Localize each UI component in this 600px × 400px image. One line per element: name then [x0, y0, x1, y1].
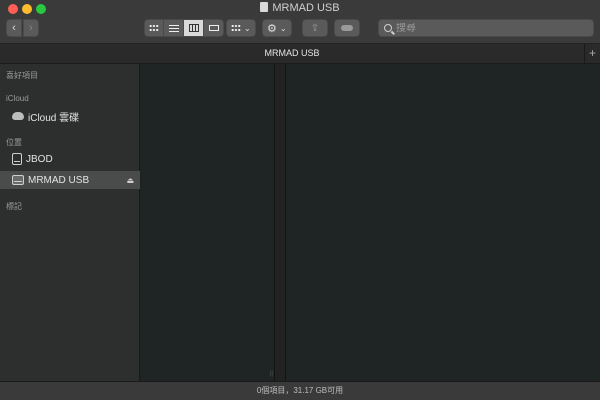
external-drive-icon [12, 175, 24, 185]
view-mode-switcher [144, 19, 224, 37]
list-view-button[interactable] [164, 19, 184, 37]
grid-icon [149, 24, 159, 32]
cloud-icon [12, 112, 24, 120]
gear-icon: ⚙ [267, 22, 277, 35]
eject-icon[interactable]: ⏏ [126, 176, 134, 185]
column-divider[interactable] [276, 64, 286, 381]
action-dropdown[interactable]: ⚙ ⌄ [262, 19, 292, 37]
window-title-text: MRMAD USB [272, 2, 340, 14]
search-input[interactable] [396, 22, 576, 34]
sidebar: 喜好項目 iCloud iCloud 雲碟 位置 JBOD MRMAD USB … [0, 64, 140, 381]
columns-icon [188, 24, 199, 32]
toolbar: MRMAD USB ‹ › ⌄ ⚙ ⌄ ⇪ [0, 0, 600, 44]
chevron-right-icon: › [29, 22, 33, 34]
forward-button[interactable]: › [23, 19, 39, 37]
group-grid-icon [231, 24, 241, 32]
window-title: MRMAD USB [0, 2, 600, 14]
gallery-icon [208, 25, 219, 31]
sidebar-item-label: MRMAD USB [28, 174, 90, 186]
column-browser: || [141, 64, 600, 381]
sidebar-item-label: JBOD [26, 153, 53, 165]
tab-bar: MRMAD USB + [0, 44, 600, 64]
search-field[interactable] [378, 19, 594, 37]
tag-icon [341, 25, 353, 31]
drive-icon [260, 2, 269, 12]
sidebar-item-mrmad-usb[interactable]: MRMAD USB ⏏ [0, 171, 140, 189]
share-icon: ⇪ [310, 22, 320, 34]
chevron-down-icon: ⌄ [279, 23, 287, 33]
section-locations: 位置 [6, 138, 22, 147]
icon-view-button[interactable] [144, 19, 164, 37]
column-pane[interactable]: || [141, 64, 275, 381]
group-by-dropdown[interactable]: ⌄ [226, 19, 256, 37]
hard-drive-icon [12, 153, 22, 165]
search-icon [384, 24, 392, 32]
sidebar-item-icloud-drive[interactable]: iCloud 雲碟 [0, 107, 140, 125]
tags-button[interactable] [334, 19, 360, 37]
section-tags: 標記 [6, 202, 22, 211]
sidebar-item-jbod[interactable]: JBOD [0, 150, 140, 168]
tab-mrmad-usb[interactable]: MRMAD USB [0, 48, 584, 58]
section-favorites: 喜好項目 [6, 71, 38, 80]
section-icloud: iCloud [6, 94, 29, 103]
share-button[interactable]: ⇪ [302, 19, 328, 37]
chevron-left-icon: ‹ [12, 22, 16, 34]
chevron-down-icon: ⌄ [244, 23, 251, 33]
column-resize-handle[interactable]: || [270, 371, 273, 377]
column-view-button[interactable] [184, 19, 204, 37]
list-icon [168, 24, 179, 32]
gallery-view-button[interactable] [204, 19, 224, 37]
new-tab-button[interactable]: + [584, 44, 600, 64]
status-bar: 0個項目，31.17 GB可用 [0, 381, 600, 400]
back-button[interactable]: ‹ [6, 19, 22, 37]
finder-window: MRMAD USB ‹ › ⌄ ⚙ ⌄ ⇪ MRMA [0, 0, 600, 400]
sidebar-item-label: iCloud 雲碟 [28, 112, 80, 124]
